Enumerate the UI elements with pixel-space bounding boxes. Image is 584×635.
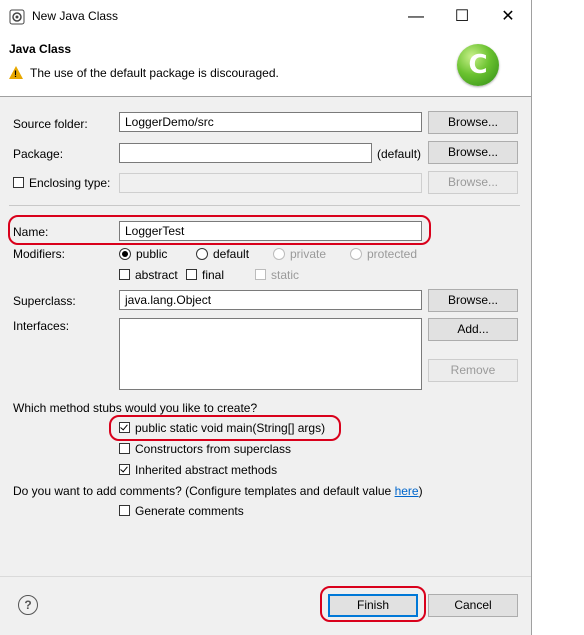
generate-comments-label: Generate comments bbox=[135, 504, 244, 518]
new-java-class-dialog: New Java Class — ☐ ✕ Java Class ! The us… bbox=[0, 0, 532, 635]
stub-inherited-checkbox[interactable] bbox=[119, 464, 130, 475]
package-browse-button[interactable]: Browse... bbox=[428, 141, 518, 164]
source-folder-label: Source folder: bbox=[13, 117, 88, 131]
cancel-button[interactable]: Cancel bbox=[428, 594, 518, 617]
modifier-abstract-checkbox[interactable] bbox=[119, 269, 130, 280]
dialog-header: Java Class ! The use of the default pack… bbox=[0, 33, 531, 97]
modifier-protected-radio bbox=[350, 248, 362, 260]
superclass-input[interactable]: java.lang.Object bbox=[119, 290, 422, 310]
enclosing-type-label: Enclosing type: bbox=[29, 176, 111, 190]
stub-constructors-label: Constructors from superclass bbox=[135, 442, 292, 456]
superclass-browse-button[interactable]: Browse... bbox=[428, 289, 518, 312]
modifier-private-radio bbox=[273, 248, 285, 260]
stub-inherited-label: Inherited abstract methods bbox=[135, 463, 278, 477]
maximize-button[interactable]: ☐ bbox=[439, 0, 485, 33]
interfaces-label: Interfaces: bbox=[13, 319, 70, 333]
modifier-final-label: final bbox=[202, 268, 225, 282]
page-title: Java Class bbox=[9, 42, 72, 56]
java-class-wizard-icon: C bbox=[457, 44, 499, 86]
main-stub-highlight-annotation bbox=[109, 415, 341, 441]
modifier-private-label: private bbox=[290, 247, 327, 261]
comments-question-end: ) bbox=[418, 484, 423, 498]
warning-icon-mark: ! bbox=[14, 69, 17, 79]
modifier-public-radio[interactable] bbox=[119, 248, 131, 260]
remove-interface-button: Remove bbox=[428, 359, 518, 382]
modifier-static-checkbox bbox=[255, 269, 266, 280]
generate-comments-checkbox[interactable] bbox=[119, 505, 130, 516]
package-input[interactable] bbox=[119, 143, 372, 163]
modifier-default-radio[interactable] bbox=[196, 248, 208, 260]
enclosing-type-checkbox[interactable] bbox=[13, 177, 24, 188]
name-highlight-annotation bbox=[8, 215, 431, 245]
configure-templates-link[interactable]: here bbox=[395, 484, 419, 498]
modifier-abstract-label: abstract bbox=[135, 268, 178, 282]
stub-constructors-checkbox[interactable] bbox=[119, 443, 130, 454]
modifier-default-label: default bbox=[213, 247, 250, 261]
source-folder-browse-button[interactable]: Browse... bbox=[428, 111, 518, 134]
footer-separator bbox=[0, 576, 531, 577]
modifier-static-label: static bbox=[271, 268, 300, 282]
modifiers-label: Modifiers: bbox=[13, 247, 66, 261]
minimize-button[interactable]: — bbox=[393, 0, 439, 33]
add-interface-button[interactable]: Add... bbox=[428, 318, 518, 341]
interfaces-list[interactable] bbox=[119, 318, 422, 390]
close-button[interactable]: ✕ bbox=[485, 0, 531, 33]
comments-question-text: Do you want to add comments? (Configure … bbox=[13, 484, 395, 498]
package-label: Package: bbox=[13, 147, 64, 161]
finish-highlight-annotation bbox=[320, 586, 426, 622]
source-folder-input[interactable]: LoggerDemo/src bbox=[119, 112, 422, 132]
modifier-final-checkbox[interactable] bbox=[186, 269, 197, 280]
method-stubs-question: Which method stubs would you like to cre… bbox=[13, 401, 258, 415]
package-default-hint: (default) bbox=[377, 147, 422, 161]
warning-message: The use of the default package is discou… bbox=[30, 66, 279, 80]
window-title: New Java Class bbox=[32, 9, 119, 23]
superclass-label: Superclass: bbox=[13, 294, 76, 308]
eclipse-app-icon bbox=[9, 9, 25, 25]
help-icon[interactable]: ? bbox=[18, 595, 38, 615]
enclosing-type-input bbox=[119, 173, 422, 193]
separator bbox=[9, 205, 520, 206]
comments-question: Do you want to add comments? (Configure … bbox=[13, 484, 423, 498]
modifier-protected-label: protected bbox=[367, 247, 418, 261]
enclosing-type-browse-button: Browse... bbox=[428, 171, 518, 194]
modifier-public-label: public bbox=[136, 247, 168, 261]
title-bar[interactable]: New Java Class — ☐ ✕ bbox=[0, 0, 531, 33]
